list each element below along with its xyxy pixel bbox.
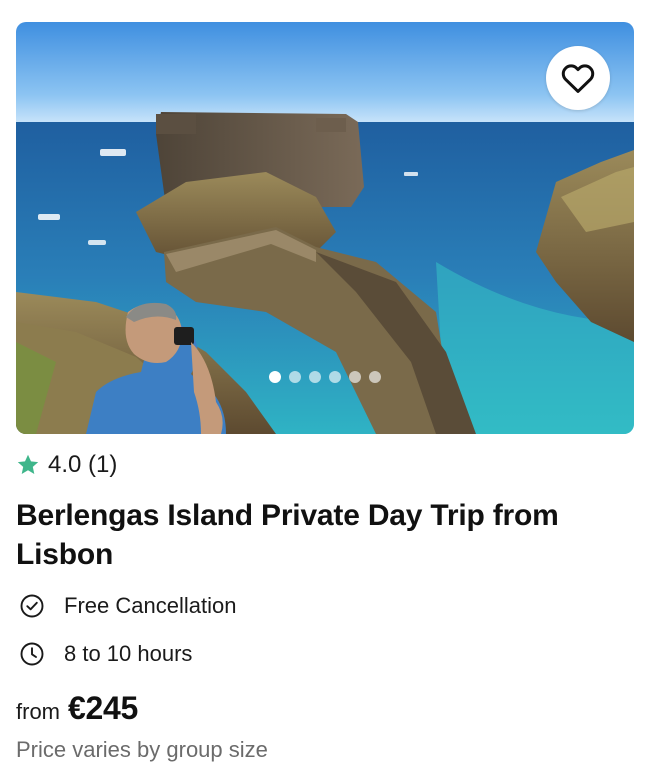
free-cancellation-label: Free Cancellation (64, 593, 237, 618)
carousel-dot-3[interactable] (309, 371, 321, 383)
free-cancellation-feature: Free Cancellation (18, 591, 236, 621)
price: from €245 (16, 690, 138, 730)
check-circle-icon (18, 592, 46, 620)
carousel-dot-4[interactable] (329, 371, 341, 383)
rating-text: 4.0 (1) (48, 451, 118, 478)
favorite-button[interactable] (546, 46, 610, 110)
listing-title[interactable]: Berlengas Island Private Day Trip from L… (16, 496, 616, 574)
carousel-dot-6[interactable] (369, 371, 381, 383)
carousel-dot-5[interactable] (349, 371, 361, 383)
star-icon (17, 454, 39, 474)
heart-outline-icon (561, 64, 595, 93)
price-prefix: from (16, 699, 60, 724)
listing-photo-carousel[interactable] (16, 22, 634, 434)
duration-label: 8 to 10 hours (64, 641, 193, 666)
duration-feature: 8 to 10 hours (18, 639, 192, 669)
carousel-dot-1[interactable] (269, 371, 281, 383)
clock-icon (18, 640, 46, 668)
carousel-dot-2[interactable] (289, 371, 301, 383)
carousel-indicator (16, 371, 634, 385)
rating: 4.0 (1) (16, 450, 117, 480)
price-amount: €245 (68, 690, 138, 726)
tour-listing-card[interactable]: 4.0 (1) Berlengas Island Private Day Tri… (0, 0, 650, 784)
price-note: Price varies by group size (16, 737, 268, 762)
